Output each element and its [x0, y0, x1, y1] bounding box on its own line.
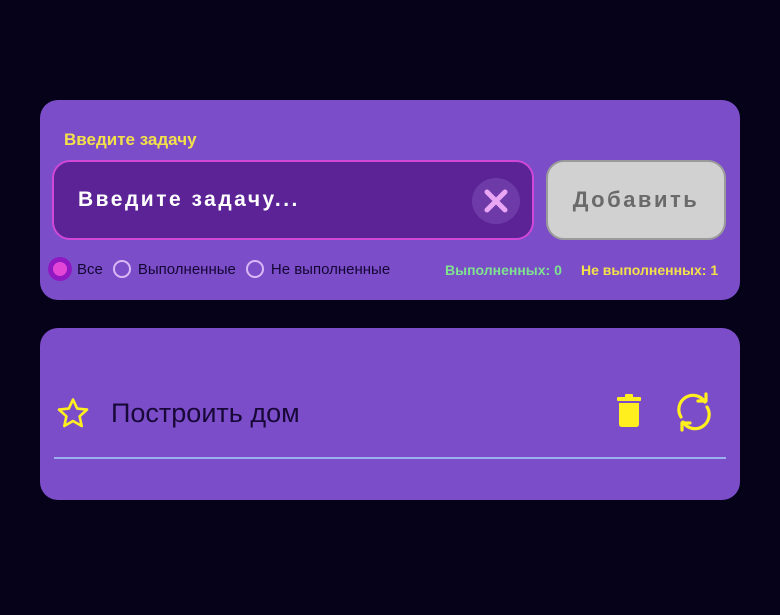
done-counter: Выполненных: 0 — [445, 262, 562, 278]
undone-counter: Не выполненных: 1 — [581, 262, 719, 278]
radio-all[interactable] — [48, 257, 72, 281]
task-item: Построить дом — [54, 392, 726, 458]
toggle-status-button[interactable] — [674, 392, 714, 436]
task-input[interactable] — [78, 162, 468, 238]
clear-input-button[interactable] — [472, 178, 520, 224]
filter-done[interactable]: Выполненные — [112, 260, 236, 278]
filter-undone-label: Не выполненные — [270, 260, 391, 278]
radio-undone[interactable] — [245, 260, 264, 278]
task-text: Построить дом — [111, 398, 300, 428]
task-input-label: Введите задачу — [64, 130, 197, 149]
add-task-button[interactable]: Добавить — [546, 160, 726, 240]
radio-done[interactable] — [112, 260, 131, 278]
delete-task-button[interactable] — [616, 394, 642, 432]
filter-undone[interactable]: Не выполненные — [245, 260, 391, 278]
close-icon — [484, 189, 508, 213]
filter-done-label: Выполненные — [137, 260, 236, 278]
star-icon — [57, 398, 89, 428]
task-input-card: Введите задачу Добавить Все Выполненные … — [40, 100, 740, 300]
refresh-icon — [677, 392, 711, 432]
task-divider — [54, 457, 726, 459]
filter-all-label: Все — [77, 260, 103, 278]
favorite-button[interactable] — [56, 397, 90, 433]
filter-all[interactable]: Все — [48, 257, 103, 281]
task-list-card: Построить дом — [40, 328, 740, 500]
trash-icon — [617, 394, 641, 427]
filter-group: Все Выполненные Не выполненные — [48, 257, 400, 281]
task-input-container — [52, 160, 534, 240]
